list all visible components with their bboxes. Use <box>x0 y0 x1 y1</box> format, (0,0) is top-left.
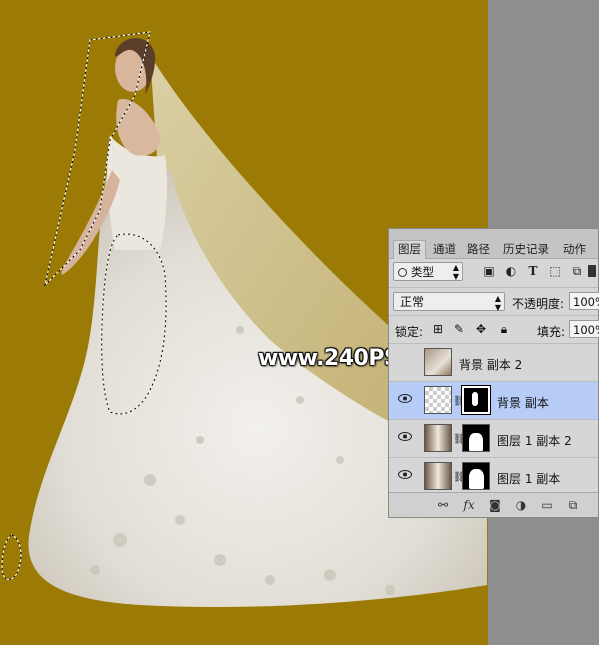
adjustment-icon[interactable]: ◑ <box>513 497 529 513</box>
blend-mode-select[interactable]: 正常 ▲ ▼ <box>393 292 505 312</box>
opacity-input[interactable]: 100% <box>569 292 599 310</box>
layer-mask-thumbnail[interactable] <box>462 462 490 490</box>
pixel-filter-icon[interactable]: ▣ <box>482 264 496 278</box>
layer-row[interactable]: ⛓ 图层 1 副本 2 <box>389 419 598 457</box>
layer-row[interactable]: ⛓ 图层 1 副本 <box>389 457 598 495</box>
group-icon[interactable]: ▭ <box>539 497 555 513</box>
layer-mask-thumbnail[interactable] <box>462 424 490 452</box>
filter-label: 类型 <box>411 265 434 279</box>
eye-icon[interactable] <box>398 394 412 403</box>
tab-actions[interactable]: 动作 <box>559 241 590 258</box>
layer-thumbnail <box>424 386 452 414</box>
lock-transparent-icon[interactable]: ⊞ <box>431 322 445 336</box>
layer-thumbnail <box>424 424 452 452</box>
fx-icon[interactable]: fx <box>461 497 477 513</box>
lock-label: 锁定: <box>395 325 424 339</box>
fill-input[interactable]: 100% <box>569 320 599 338</box>
tab-paths[interactable]: 路径 <box>463 241 494 258</box>
type-filter-icon[interactable]: T <box>526 264 540 278</box>
layer-mask-thumbnail[interactable] <box>461 385 491 415</box>
layer-name: 背景 副本 2 <box>459 358 523 372</box>
blend-mode-value: 正常 <box>400 295 425 309</box>
updown-icon: ▲ ▼ <box>452 263 459 281</box>
eye-icon[interactable] <box>398 470 412 479</box>
tab-channels[interactable]: 通道 <box>429 241 460 258</box>
layers-panel: 图层 通道 路径 历史记录 动作 类型 ▲ ▼ ▣ ◐ T ⬚ ⧉ 正常 ▲ ▼ 不… <box>388 228 599 518</box>
layer-name: 图层 1 副本 2 <box>497 434 572 448</box>
lock-move-icon[interactable]: ✥ <box>474 322 488 336</box>
opacity-label: 不透明度: <box>512 297 565 311</box>
layer-thumbnail <box>424 348 452 376</box>
tab-layers[interactable]: 图层 <box>393 240 426 259</box>
panel-tabs: 图层 通道 路径 历史记录 动作 <box>389 229 598 259</box>
layer-filter-select[interactable]: 类型 ▲ ▼ <box>393 262 463 281</box>
new-layer-icon[interactable]: ⧉ <box>565 497 581 513</box>
layer-name: 背景 副本 <box>497 396 549 410</box>
layer-row-selected[interactable]: ⛓ 背景 副本 <box>389 381 598 419</box>
shape-filter-icon[interactable]: ⬚ <box>548 264 562 278</box>
fill-label: 填充: <box>537 325 566 339</box>
lock-row: 锁定: ⊞ ✎ ✥ 🔒︎ 填充: 100% <box>389 315 599 344</box>
filter-toggle-icon[interactable] <box>588 265 596 277</box>
blend-row: 正常 ▲▼ 不透明度: 100% <box>389 287 599 316</box>
layer-row[interactable]: 背景 副本 2 <box>389 343 598 381</box>
mask-icon[interactable]: ◙ <box>487 497 503 513</box>
updown-icon: ▲ ▼ <box>494 294 501 312</box>
layer-thumbnail <box>424 462 452 490</box>
adjustment-filter-icon[interactable]: ◐ <box>504 264 518 278</box>
panel-bottom-bar: ⚯ fx ◙ ◑ ▭ ⧉ <box>389 492 598 517</box>
lock-all-icon[interactable]: 🔒︎ <box>497 322 511 336</box>
eye-icon[interactable] <box>398 432 412 441</box>
link-icon[interactable]: ⚯ <box>435 497 451 513</box>
tab-history[interactable]: 历史记录 <box>499 241 553 258</box>
lock-brush-icon[interactable]: ✎ <box>452 322 466 336</box>
layer-name: 图层 1 副本 <box>497 472 561 486</box>
filter-row: 类型 ▲ ▼ ▣ ◐ T ⬚ ⧉ <box>389 259 598 287</box>
smart-object-filter-icon[interactable]: ⧉ <box>570 264 584 278</box>
search-icon <box>398 268 407 277</box>
